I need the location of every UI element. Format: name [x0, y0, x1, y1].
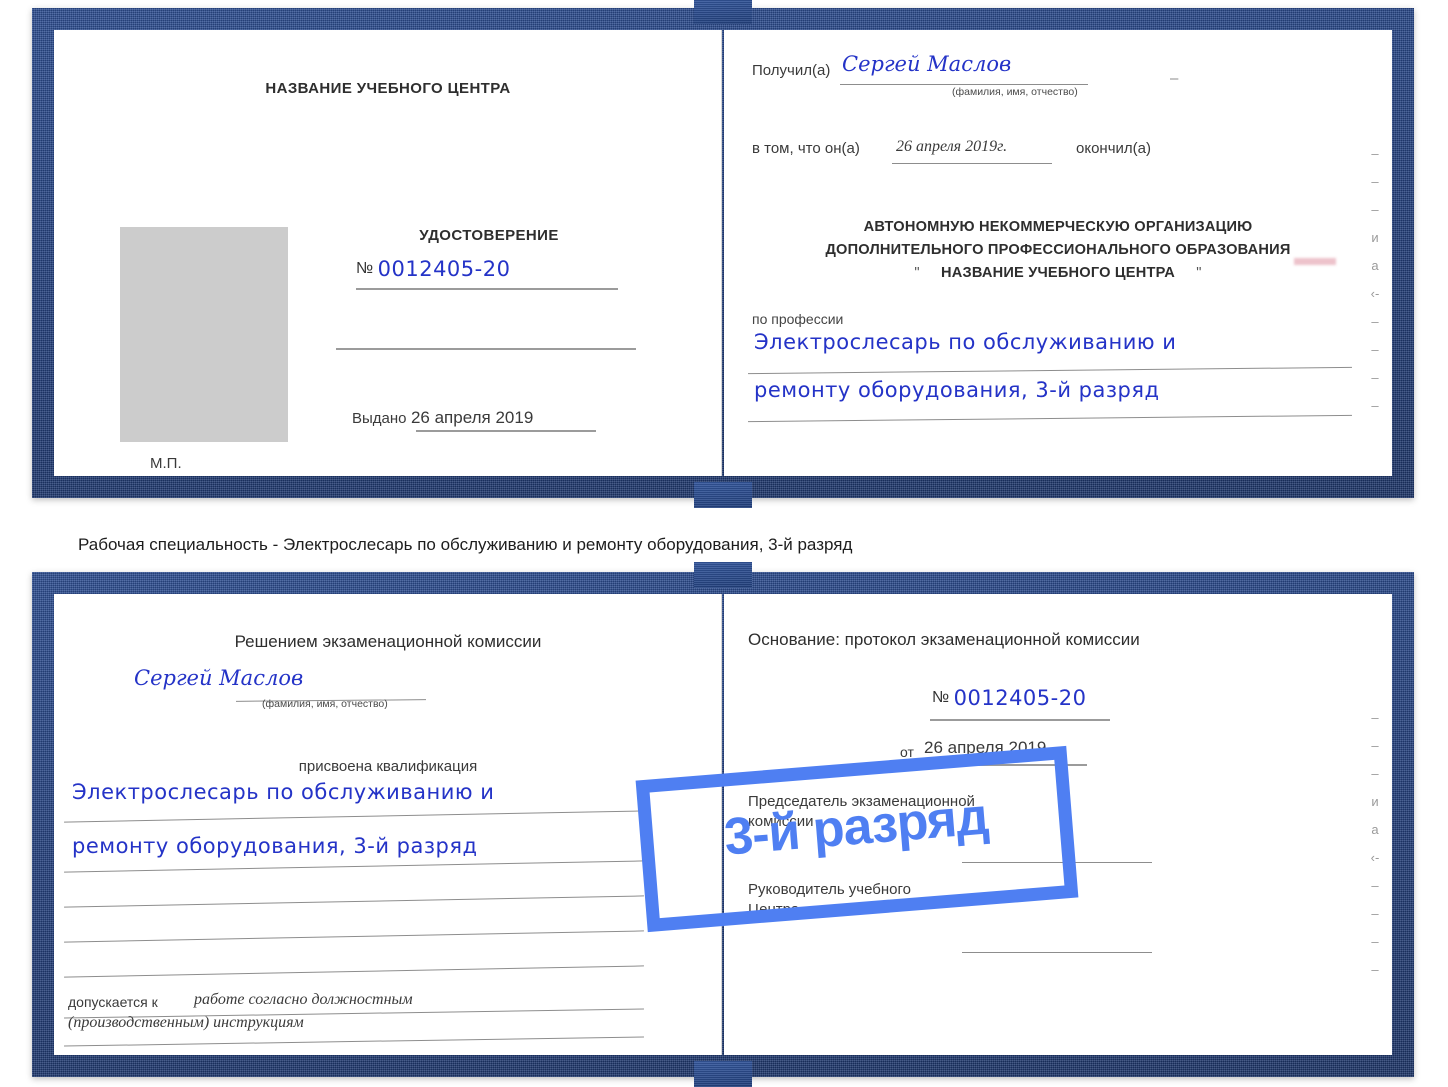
certificate-top: НАЗВАНИЕ УЧЕБНОГО ЦЕНТРА М.П. УДОСТОВЕРЕ…: [32, 0, 1414, 508]
commission-decision-heading: Решением экзаменационной комиссии: [234, 632, 542, 651]
finished-label: окончил(а): [1076, 140, 1151, 157]
spine-tab-top: [694, 0, 752, 24]
qualification-line-1: Электрослесарь по обслуживанию и: [72, 780, 495, 804]
received-label: Получил(а): [752, 62, 831, 79]
protocol-number-value: 0012405-20: [953, 686, 1087, 710]
organization-name-row: " НАЗВАНИЕ УЧЕБНОГО ЦЕНТРА ": [724, 262, 1392, 285]
blank-line: [64, 895, 644, 908]
edge-dash-mark: –: [1170, 70, 1179, 87]
blank-line: [64, 965, 644, 978]
spine-tab-bottom: [694, 482, 752, 508]
issued-date-value: 26 апреля 2019: [410, 408, 534, 427]
fio-hint: (фамилия, имя, отчество): [952, 86, 1078, 98]
fio-hint: (фамилия, имя, отчество): [262, 698, 388, 710]
admitted-line-1: работе согласно должностным: [194, 991, 413, 1008]
director-signature-line: [962, 952, 1152, 953]
page-caption: Рабочая специальность - Электрослесарь п…: [78, 535, 853, 554]
qualification-label: присвоена квалификация: [298, 758, 478, 775]
edge-mark: и: [1371, 230, 1379, 245]
organization-name: НАЗВАНИЕ УЧЕБНОГО ЦЕНТРА: [941, 265, 1175, 281]
protocol-number-row: № 0012405-20: [932, 686, 1086, 710]
edge-mark: ‹-: [1370, 286, 1380, 301]
page-stack-edge: [1390, 594, 1392, 1047]
issued-underline: [416, 430, 596, 432]
number-symbol: №: [932, 689, 950, 706]
profession-underline-2: [748, 414, 1352, 423]
edge-mark: –: [1371, 342, 1379, 357]
organization-block: АВТОНОМНУЮ НЕКОММЕРЧЕСКУЮ ОРГАНИЗАЦИЮ ДО…: [724, 216, 1392, 285]
completion-date-underline: [892, 163, 1052, 164]
edge-mark: –: [1371, 738, 1379, 753]
ink-smudge: [1294, 258, 1336, 265]
quote-open: ": [914, 265, 920, 281]
qualification-underline-2: [64, 860, 644, 873]
holder-name-value: Сергей Маслов: [134, 666, 304, 690]
edge-mark: –: [1371, 202, 1379, 217]
blank-line: [336, 348, 636, 350]
edge-mark: –: [1371, 314, 1379, 329]
protocol-number-underline: [930, 719, 1110, 721]
edge-mark: –: [1371, 174, 1379, 189]
stamp-place-label: М.П.: [150, 455, 182, 472]
page-bottom-left: Решением экзаменационной комиссии Сергей…: [54, 594, 722, 1055]
certificate-pages-top: НАЗВАНИЕ УЧЕБНОГО ЦЕНТРА М.П. УДОСТОВЕРЕ…: [54, 30, 1392, 476]
edge-mark: –: [1371, 710, 1379, 725]
profession-label: по профессии: [752, 311, 844, 327]
spine-tab-bottom: [694, 1061, 752, 1087]
completion-date-value: 26 апреля 2019г.: [896, 138, 1008, 155]
page-top-right: Получил(а) Сергей Маслов (фамилия, имя, …: [724, 30, 1392, 476]
organization-line-2: ДОПОЛНИТЕЛЬНОГО ПРОФЕССИОНАЛЬНОГО ОБРАЗО…: [825, 242, 1291, 258]
blank-line: [64, 930, 644, 943]
received-name-value: Сергей Маслов: [842, 52, 1012, 76]
edge-mark: и: [1371, 794, 1379, 809]
edge-mark: а: [1371, 822, 1379, 837]
certificate-number-value: 0012405-20: [377, 257, 511, 281]
number-symbol: №: [356, 260, 374, 277]
admitted-label: допускается к: [68, 994, 158, 1010]
profession-line-1: Электрослесарь по обслуживанию и: [754, 330, 1177, 354]
received-name-underline: [840, 84, 1088, 85]
edge-mark: –: [1371, 766, 1379, 781]
issued-label: Выдано: [352, 410, 407, 427]
edge-mark: а: [1371, 258, 1379, 273]
edge-mark: –: [1371, 906, 1379, 921]
quote-close: ": [1196, 265, 1202, 281]
edge-mark: –: [1371, 934, 1379, 949]
admitted-underline-2: [64, 1036, 644, 1047]
organization-line-1: АВТОНОМНУЮ НЕКОММЕРЧЕСКУЮ ОРГАНИЗАЦИЮ: [863, 219, 1253, 235]
edge-mark: –: [1371, 146, 1379, 161]
edge-mark: –: [1371, 370, 1379, 385]
page-edge-marks-bottom: – – – и а ‹- – – – –: [1364, 704, 1386, 984]
photo-placeholder: [120, 227, 288, 442]
page-top-left: НАЗВАНИЕ УЧЕБНОГО ЦЕНТРА М.П. УДОСТОВЕРЕ…: [54, 30, 722, 476]
in-that-label: в том, что он(а): [752, 140, 860, 157]
page-edge-marks-top: – – – и а ‹- – – – –: [1364, 140, 1386, 420]
edge-mark: –: [1371, 962, 1379, 977]
edge-mark: ‹-: [1370, 850, 1380, 865]
center-name-title: НАЗВАНИЕ УЧЕБНОГО ЦЕНТРА: [265, 80, 511, 97]
document-type-label: УДОСТОВЕРЕНИЕ: [419, 227, 559, 244]
qualification-line-2: ремонту оборудования, 3-й разряд: [72, 834, 478, 858]
spine-tab-top: [694, 562, 752, 588]
qualification-underline-1: [64, 810, 644, 823]
basis-label: Основание: протокол экзаменационной коми…: [748, 630, 1140, 649]
edge-mark: –: [1371, 878, 1379, 893]
edge-mark: –: [1371, 398, 1379, 413]
profession-line-2: ремонту оборудования, 3-й разряд: [754, 378, 1160, 402]
certificate-number-row: № 0012405-20: [356, 257, 624, 281]
profession-underline-1: [748, 366, 1352, 375]
number-underline: [356, 288, 618, 290]
issued-row: Выдано 26 апреля 2019: [352, 408, 533, 428]
admitted-line-2: (производственным) инструкциям: [68, 1014, 304, 1031]
